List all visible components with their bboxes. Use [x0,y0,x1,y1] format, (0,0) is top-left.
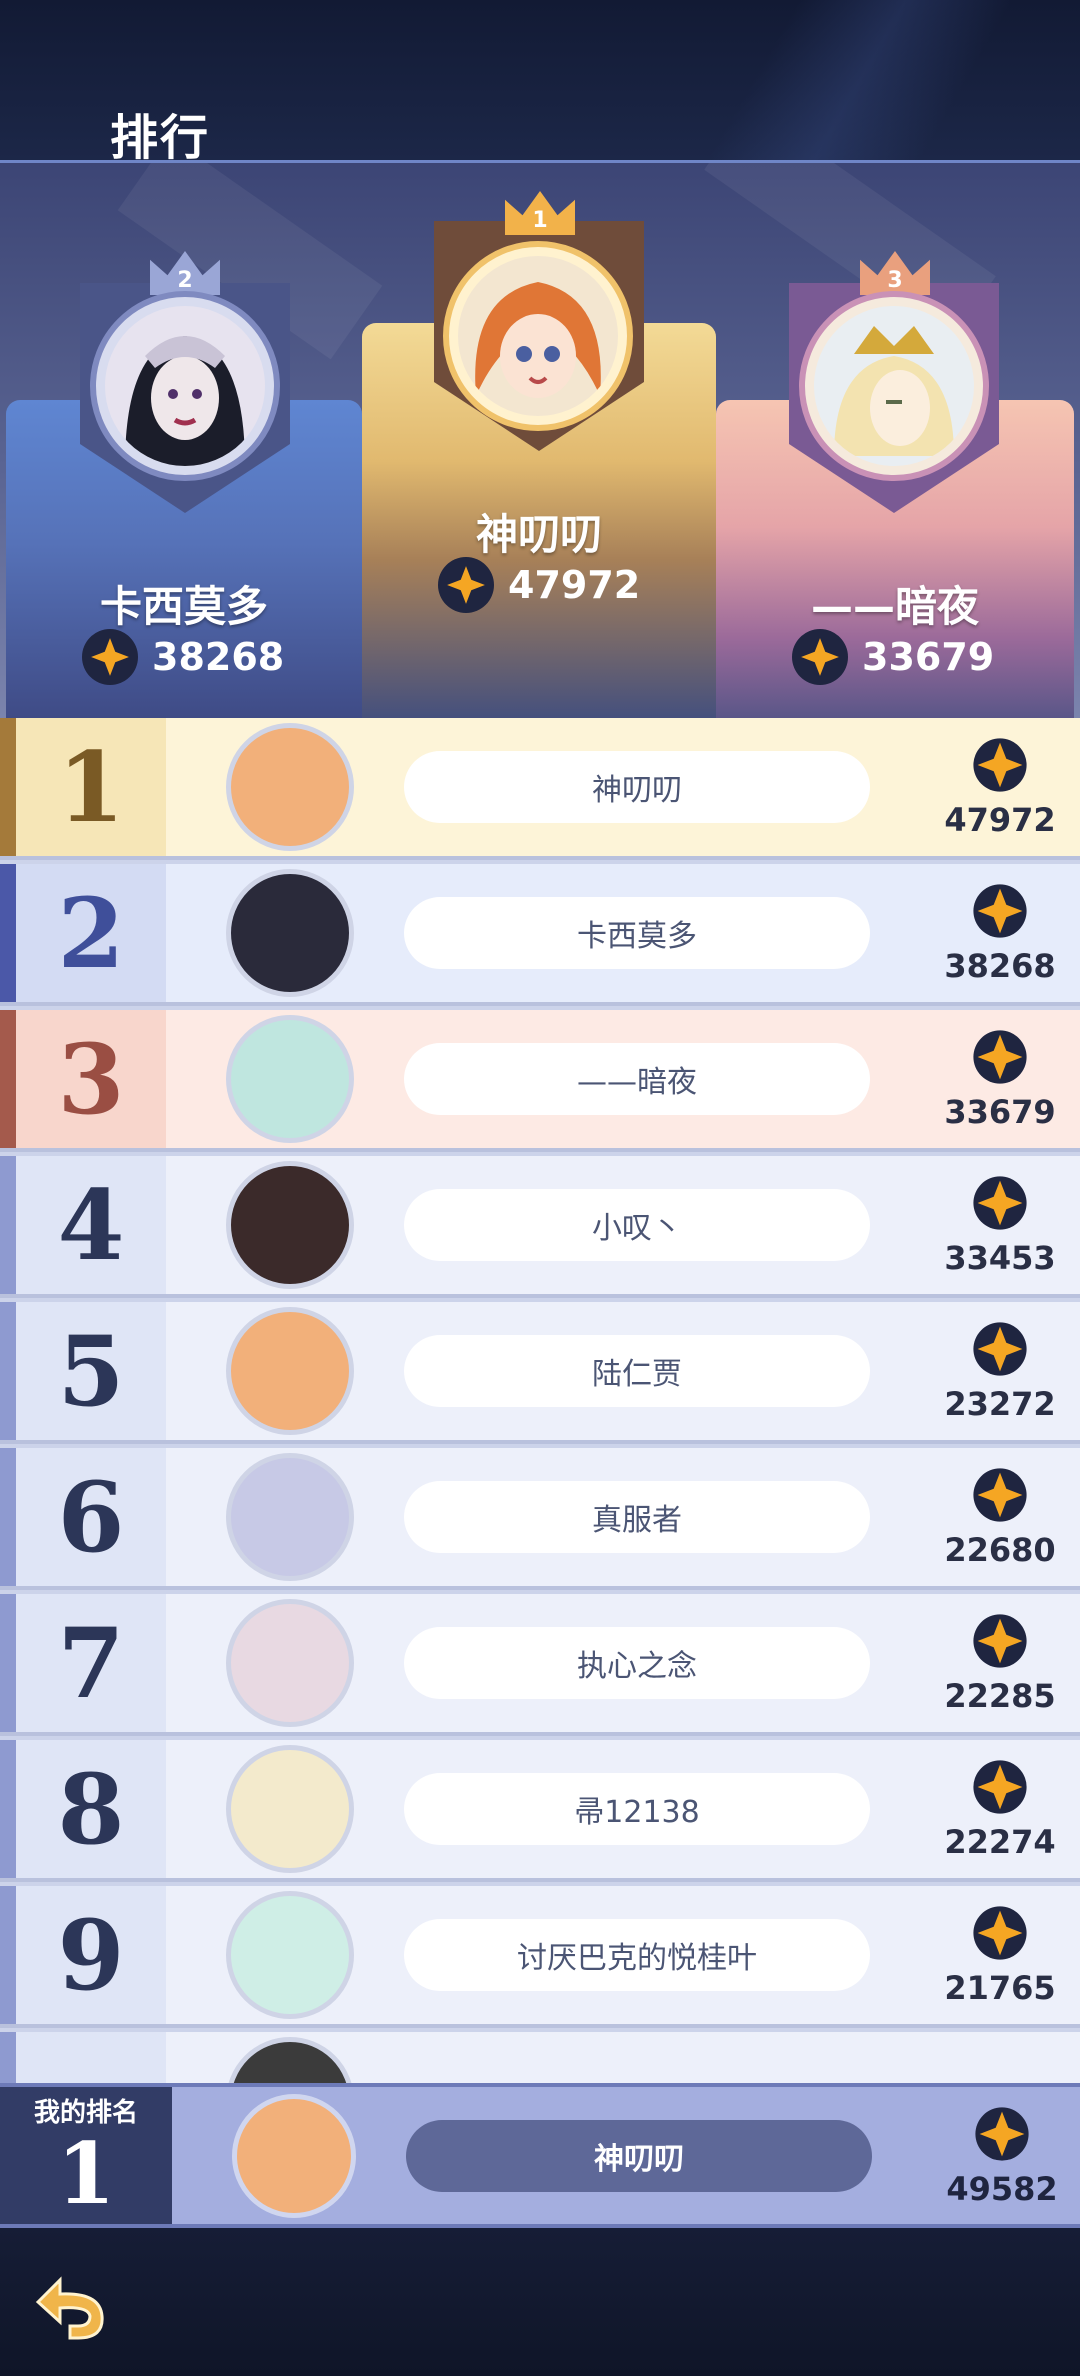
table-row[interactable] [0,2032,1080,2083]
my-score: 49582 [922,2104,1080,2208]
my-rank-number: 1 [56,2124,116,2223]
rank-number: 8 [16,1740,166,1878]
star-gem-icon [970,1611,1030,1671]
rank-number: 9 [16,1886,166,2024]
player-score: 38268 [920,881,1080,985]
avatar[interactable] [226,1453,354,1581]
player-score: 23272 [920,1319,1080,1423]
row-edge [0,718,16,856]
rank-number: 2 [16,864,166,1002]
star-gem-icon [972,2104,1032,2164]
rank-number: 7 [16,1594,166,1732]
star-gem-icon [970,735,1030,795]
player-name: 卡西莫多 [404,897,870,969]
my-rank-box: 我的排名 1 [0,2087,172,2224]
avatar [458,256,618,416]
avatar[interactable] [226,869,354,997]
star-gem-icon [438,557,494,613]
row-edge [0,2032,16,2083]
row-edge [0,864,16,1002]
star-gem-icon [792,629,848,685]
row-edge [0,1010,16,1148]
avatar [105,306,265,466]
avatar[interactable] [226,2037,354,2083]
back-arrow-icon [35,2276,104,2340]
podium-first-score: 47972 [438,557,640,613]
row-edge [0,1740,16,1878]
star-gem-icon [970,1027,1030,1087]
podium-first-avatar[interactable] [443,241,633,431]
player-score: 22274 [920,1757,1080,1861]
player-name: 陆仁贾 [404,1335,870,1407]
my-rank-bar[interactable]: 我的排名 1 神叨叨 49582 [0,2083,1080,2228]
bottom-bar [0,2228,1080,2376]
player-name: 真服者 [404,1481,870,1553]
rank-number [16,2032,166,2083]
avatar[interactable] [226,1891,354,2019]
player-score: 33679 [920,1027,1080,1131]
table-row[interactable]: 5 陆仁贾 23272 [0,1302,1080,1444]
player-name: 帚12138 [404,1773,870,1845]
star-gem-icon [82,629,138,685]
player-score: 22680 [920,1465,1080,1569]
row-edge [0,1156,16,1294]
my-name: 神叨叨 [406,2119,872,2192]
player-name: 小叹丶 [404,1189,870,1261]
table-row[interactable]: 1 神叨叨 47972 [0,718,1080,860]
rank-number: 1 [16,718,166,856]
avatar[interactable] [226,723,354,851]
podium-third-score: 33679 [792,629,994,685]
podium-second-avatar[interactable] [90,291,280,481]
player-name: 执心之念 [404,1627,870,1699]
avatar[interactable] [226,1745,354,1873]
avatar[interactable] [226,1599,354,1727]
row-edge [0,1594,16,1732]
star-gem-icon [970,881,1030,941]
player-score: 22285 [920,1611,1080,1715]
rank-number: 4 [16,1156,166,1294]
crown-icon: 1 [505,191,575,235]
avatar [814,306,974,466]
podium-area: 2 1 3 卡西莫多 38268 神叨叨 47972 ——暗夜 33679 [0,163,1080,718]
player-name: 讨厌巴克的悦桂叶 [404,1919,870,1991]
avatar[interactable] [226,1161,354,1289]
player-name: ——暗夜 [404,1043,870,1115]
table-row[interactable]: 3 ——暗夜 33679 [0,1010,1080,1152]
table-row[interactable]: 8 帚12138 22274 [0,1740,1080,1882]
rank-number: 6 [16,1448,166,1586]
back-button[interactable] [28,2260,118,2350]
table-row[interactable]: 9 讨厌巴克的悦桂叶 21765 [0,1886,1080,2028]
avatar[interactable] [232,2093,356,2218]
star-gem-icon [970,1173,1030,1233]
table-row[interactable]: 2 卡西莫多 38268 [0,864,1080,1006]
podium-second-score: 38268 [82,629,284,685]
rank-number: 5 [16,1302,166,1440]
page-title: 排行 [110,110,211,166]
ranking-list[interactable]: 1 神叨叨 47972 2 卡西莫多 38268 3 ——暗夜 33679 4 … [0,718,1080,2083]
table-row[interactable]: 6 真服者 22680 [0,1448,1080,1590]
podium-third-avatar[interactable] [799,291,989,481]
rank-number: 3 [16,1010,166,1148]
player-score: 33453 [920,1173,1080,1277]
avatar[interactable] [226,1307,354,1435]
star-gem-icon [970,1903,1030,1963]
podium-third-name: ——暗夜 [810,582,979,631]
podium-second-name: 卡西莫多 [99,582,268,631]
star-gem-icon [970,1465,1030,1525]
header-decoration [640,0,1080,160]
player-score: 21765 [920,1903,1080,2007]
star-gem-icon [970,1757,1030,1817]
table-row[interactable]: 7 执心之念 22285 [0,1594,1080,1736]
row-edge [0,1886,16,2024]
table-row[interactable]: 4 小叹丶 33453 [0,1156,1080,1298]
row-edge [0,1448,16,1586]
top-bar: 排行 [0,0,1080,166]
row-edge [0,1302,16,1440]
star-gem-icon [970,1319,1030,1379]
player-name: 神叨叨 [404,751,870,823]
avatar[interactable] [226,1015,354,1143]
player-score: 47972 [920,735,1080,839]
podium-first-name: 神叨叨 [475,510,602,559]
